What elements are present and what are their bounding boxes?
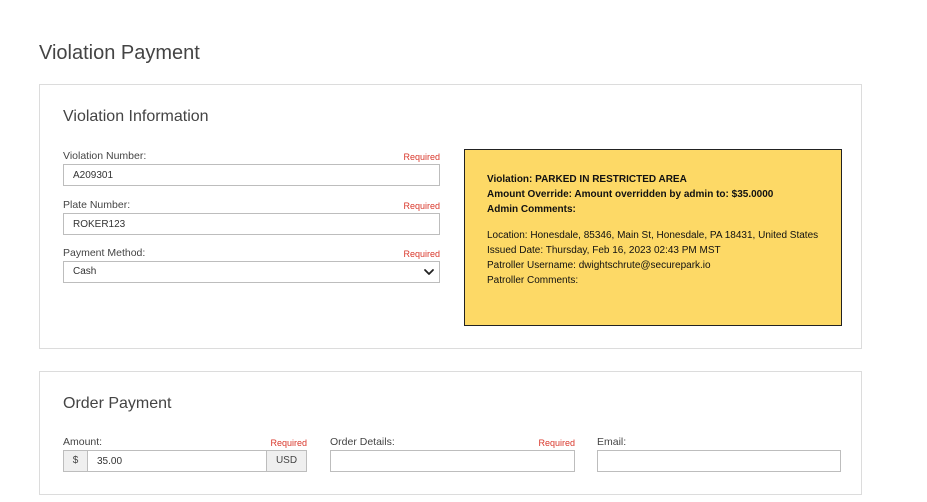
currency-symbol: $ bbox=[63, 450, 88, 472]
violation-information-panel: Violation Information Violation Number: … bbox=[39, 84, 862, 349]
plate-number-field: Plate Number: Required bbox=[63, 199, 440, 235]
payment-method-select[interactable]: Cash bbox=[63, 261, 440, 283]
amount-required: Required bbox=[270, 438, 307, 448]
order-details-input[interactable] bbox=[330, 450, 575, 472]
order-details-label: Order Details: bbox=[330, 436, 395, 448]
payment-method-field: Payment Method: Required Cash bbox=[63, 247, 440, 283]
currency-code: USD bbox=[266, 450, 307, 472]
email-input[interactable] bbox=[597, 450, 841, 472]
amount-override: Amount Override: Amount overridden by ad… bbox=[487, 189, 774, 200]
violation-type: Violation: PARKED IN RESTRICTED AREA bbox=[487, 174, 687, 185]
page-title: Violation Payment bbox=[39, 42, 200, 64]
admin-comments: Admin Comments: bbox=[487, 204, 576, 215]
violation-number-input[interactable] bbox=[63, 164, 440, 186]
violation-details-box: Violation: PARKED IN RESTRICTED AREA Amo… bbox=[464, 149, 842, 326]
payment-method-label: Payment Method: bbox=[63, 247, 146, 259]
violation-location: Location: Honesdale, 85346, Main St, Hon… bbox=[487, 230, 819, 241]
violation-number-required: Required bbox=[403, 152, 440, 162]
amount-input[interactable] bbox=[87, 450, 267, 472]
violation-number-field: Violation Number: Required bbox=[63, 150, 440, 186]
amount-field: Amount: Required $ USD bbox=[63, 436, 307, 472]
violation-information-title: Violation Information bbox=[63, 108, 209, 125]
order-details-required: Required bbox=[538, 438, 575, 448]
email-field: Email: bbox=[597, 436, 841, 472]
issued-date: Issued Date: Thursday, Feb 16, 2023 02:4… bbox=[487, 245, 721, 256]
plate-number-required: Required bbox=[403, 201, 440, 211]
plate-number-input[interactable] bbox=[63, 213, 440, 235]
violation-number-label: Violation Number: bbox=[63, 150, 147, 162]
payment-method-value: Cash bbox=[73, 266, 97, 277]
order-details-field: Order Details: Required bbox=[330, 436, 575, 472]
order-payment-title: Order Payment bbox=[63, 395, 172, 412]
amount-label: Amount: bbox=[63, 436, 103, 448]
chevron-down-icon bbox=[424, 269, 434, 275]
payment-method-required: Required bbox=[403, 249, 440, 259]
plate-number-label: Plate Number: bbox=[63, 199, 131, 211]
order-payment-panel: Order Payment Amount: Required $ USD Ord… bbox=[39, 371, 862, 495]
patroller-username: Patroller Username: dwightschrute@secure… bbox=[487, 260, 711, 271]
email-label: Email: bbox=[597, 436, 627, 448]
patroller-comments: Patroller Comments: bbox=[487, 275, 579, 286]
